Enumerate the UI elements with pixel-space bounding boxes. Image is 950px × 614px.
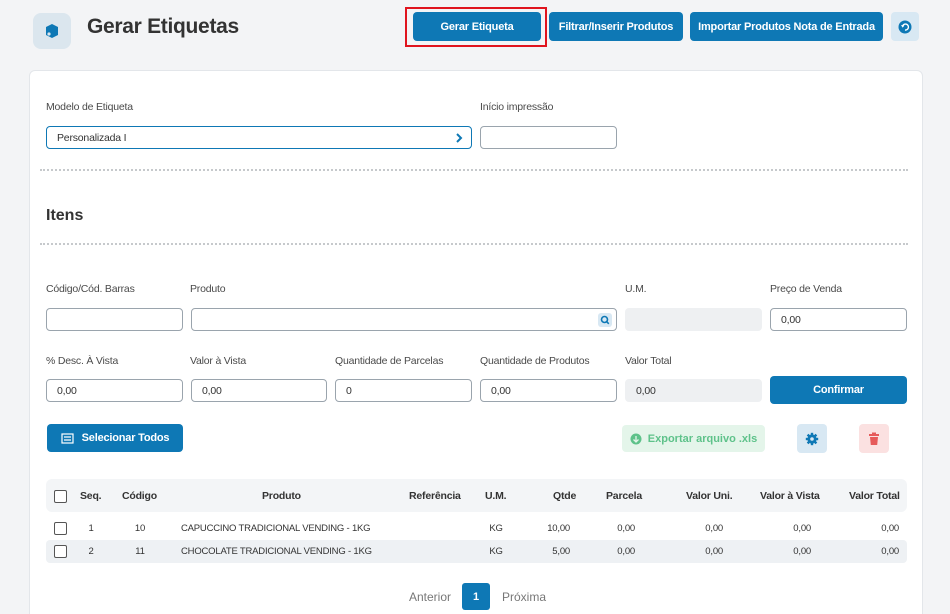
header-qtde: Qtde	[553, 490, 577, 502]
desc-vista-input[interactable]: 0,00	[46, 379, 183, 402]
itens-title: Itens	[46, 207, 84, 224]
divider	[40, 169, 908, 171]
cell-um: KG	[489, 546, 503, 557]
pagination-prev[interactable]: Anterior	[409, 590, 451, 604]
modelo-etiqueta-value: Personalizada I	[57, 131, 127, 144]
exportar-label: Exportar arquivo .xls	[647, 432, 758, 445]
export-icon	[630, 433, 642, 445]
preco-venda-label: Preço de Venda	[770, 283, 842, 295]
header-referencia: Referência	[409, 490, 461, 502]
valor-total-label: Valor Total	[625, 355, 672, 367]
cell-um: KG	[489, 523, 503, 534]
select-all-icon	[61, 432, 74, 444]
cell-seq: 1	[88, 523, 94, 534]
cell-produto: CHOCOLATE TRADICIONAL VENDING - 1KG	[181, 546, 372, 557]
delete-button[interactable]	[859, 424, 889, 453]
search-icon[interactable]	[598, 313, 612, 327]
exportar-xls-button[interactable]: Exportar arquivo .xls	[622, 425, 765, 452]
valor-total-input: 0,00	[625, 379, 762, 402]
highlight-box	[405, 7, 547, 47]
select-all-checkbox[interactable]	[54, 490, 67, 503]
cell-produto: CAPUCCINO TRADICIONAL VENDING - 1KG	[181, 523, 371, 534]
inicio-impressao-label: Início impressão	[480, 101, 554, 113]
cell-valor-uni: 0,00	[705, 523, 723, 534]
header-parcela: Parcela	[606, 490, 642, 502]
codigo-barras-label: Código/Cód. Barras	[46, 283, 135, 295]
um-input	[625, 308, 762, 331]
cell-valor-vista: 0,00	[793, 523, 811, 534]
cell-parcela: 0,00	[617, 523, 635, 534]
header-valor-uni: Valor Uni.	[686, 490, 733, 502]
row-checkbox[interactable]	[54, 545, 67, 558]
settings-button[interactable]	[797, 424, 827, 453]
header-codigo: Código	[122, 490, 157, 502]
importar-produtos-button[interactable]: Importar Produtos Nota de Entrada	[690, 12, 883, 41]
confirmar-button[interactable]: Confirmar	[770, 376, 907, 404]
chevron-right-icon	[455, 132, 463, 147]
table-row[interactable]: 1 10 CAPUCCINO TRADICIONAL VENDING - 1KG…	[46, 517, 907, 540]
modelo-etiqueta-select[interactable]: Personalizada I	[46, 126, 472, 149]
modelo-etiqueta-label: Modelo de Etiqueta	[46, 101, 133, 113]
um-label: U.M.	[625, 283, 647, 295]
cell-seq: 2	[88, 546, 94, 557]
desc-vista-label: % Desc. À Vista	[46, 355, 119, 367]
valor-vista-label: Valor à Vista	[190, 355, 246, 367]
cell-codigo: 11	[135, 546, 145, 557]
codigo-barras-input[interactable]	[46, 308, 183, 331]
cell-valor-total: 0,00	[881, 546, 899, 557]
pagination-page-current[interactable]: 1	[462, 583, 490, 610]
produto-label: Produto	[190, 283, 226, 295]
cell-qtde: 10,00	[547, 523, 570, 534]
divider	[40, 243, 908, 245]
cell-qtde: 5,00	[552, 546, 570, 557]
back-button[interactable]	[891, 12, 919, 41]
header-valor-vista: Valor à Vista	[760, 490, 820, 502]
page-title: Gerar Etiquetas	[87, 15, 239, 38]
header-seq: Seq.	[80, 490, 102, 502]
header-produto: Produto	[262, 490, 301, 502]
qtd-produtos-label: Quantidade de Produtos	[480, 355, 590, 367]
qtd-parcelas-label: Quantidade de Parcelas	[335, 355, 444, 367]
preco-venda-input[interactable]: 0,00	[770, 308, 907, 331]
undo-icon	[898, 20, 912, 34]
cell-valor-vista: 0,00	[793, 546, 811, 557]
qtd-produtos-input[interactable]: 0,00	[480, 379, 617, 402]
items-table: Seq. Código Produto Referência U.M. Qtde…	[46, 479, 907, 563]
qtd-parcelas-input[interactable]: 0	[335, 379, 472, 402]
pagination: Anterior 1 Próxima	[0, 583, 950, 611]
gear-icon	[805, 432, 819, 446]
selecionar-todos-label: Selecionar Todos	[81, 432, 170, 444]
row-checkbox[interactable]	[54, 522, 67, 535]
pagination-next[interactable]: Próxima	[502, 590, 546, 604]
page-header: Gerar Etiquetas Gerar Etiqueta Filtrar/I…	[0, 0, 950, 60]
produto-input[interactable]	[191, 308, 617, 331]
header-um: U.M.	[485, 490, 507, 502]
filtrar-inserir-button[interactable]: Filtrar/Inserir Produtos	[549, 12, 683, 41]
inicio-impressao-input[interactable]	[480, 126, 617, 149]
table-row[interactable]: 2 11 CHOCOLATE TRADICIONAL VENDING - 1KG…	[46, 540, 907, 563]
tag-icon	[33, 13, 71, 49]
selecionar-todos-button[interactable]: Selecionar Todos	[47, 424, 183, 452]
trash-icon	[868, 432, 880, 446]
table-header: Seq. Código Produto Referência U.M. Qtde…	[46, 479, 907, 512]
header-valor-total: Valor Total	[849, 490, 900, 502]
cell-codigo: 10	[134, 523, 146, 534]
cell-parcela: 0,00	[617, 546, 635, 557]
cell-valor-uni: 0,00	[705, 546, 723, 557]
valor-vista-input[interactable]: 0,00	[191, 379, 327, 402]
cell-valor-total: 0,00	[881, 523, 899, 534]
